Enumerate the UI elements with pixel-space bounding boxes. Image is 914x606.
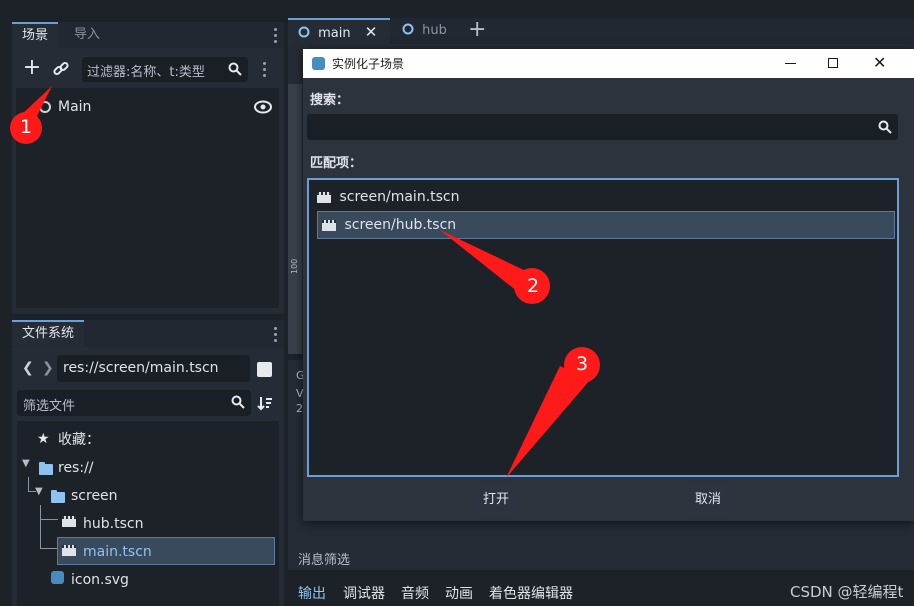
folder-screen[interactable]: screen <box>71 483 118 509</box>
open-button[interactable]: 打开 <box>476 485 516 514</box>
vertical-ruler: 100 <box>288 84 302 354</box>
back-arrow-icon[interactable]: ❮ <box>22 360 34 376</box>
filesystem-tabbar: 文件系统 <box>12 320 284 347</box>
godot-icon <box>51 571 64 584</box>
node-circle-icon <box>402 23 414 35</box>
close-icon[interactable]: ✕ <box>873 53 886 72</box>
dialog-titlebar: 实例化子场景 ✕ <box>303 49 914 78</box>
matches-label: 匹配项： <box>310 156 363 171</box>
maximize-icon[interactable] <box>828 58 838 68</box>
tree-guide-line <box>40 548 58 549</box>
add-tab-icon[interactable]: + <box>468 17 486 42</box>
bottom-tab-animation[interactable]: 动画 <box>445 583 473 603</box>
file-icon-svg[interactable]: icon.svg <box>71 567 129 593</box>
star-icon: ★ <box>37 431 50 447</box>
search-icon <box>231 395 245 409</box>
tab-scene[interactable]: 场景 <box>12 22 59 48</box>
editor-tab-hub-label: hub <box>422 23 447 38</box>
close-icon[interactable]: ✕ <box>365 23 378 41</box>
scene-file-icon <box>322 217 336 233</box>
visibility-eye-icon[interactable] <box>254 100 272 114</box>
favorites-row[interactable]: 收藏： <box>58 427 100 453</box>
annotation-label-2: 2 <box>527 275 540 297</box>
sort-icon[interactable] <box>257 395 273 411</box>
match-item-label: screen/main.tscn <box>339 189 460 205</box>
annotation-label-1: 1 <box>20 116 33 138</box>
file-hub-tscn[interactable]: hub.tscn <box>83 511 143 537</box>
annotation-label-3: 3 <box>576 353 589 375</box>
toggle-split-icon[interactable] <box>257 362 272 377</box>
minimize-icon[interactable] <box>785 63 796 64</box>
match-item-hub: screen/hub.tscn <box>322 212 456 238</box>
bottom-tab-debugger[interactable]: 调试器 <box>343 583 385 603</box>
folder-icon <box>39 462 53 477</box>
dialog-title: 实例化子场景 <box>332 57 405 71</box>
search-label: 搜索： <box>310 93 350 108</box>
chevron-down-icon[interactable]: ▼ <box>35 486 43 497</box>
editor-tabbar: main ✕ hub + <box>288 17 914 44</box>
match-item[interactable]: screen/main.tscn <box>317 184 893 210</box>
instance-child-scene-dialog: 实例化子场景 ✕ 搜索： 匹配项： screen/main.tscn scree… <box>303 49 914 521</box>
godot-logo-icon <box>312 57 325 70</box>
link-icon[interactable] <box>52 60 70 78</box>
scene-file-icon <box>62 514 76 529</box>
forward-arrow-icon[interactable]: ❯ <box>42 360 54 376</box>
tree-guide-line <box>40 519 58 520</box>
annotation-marker-1 <box>10 86 52 144</box>
chevron-down-icon[interactable]: ▼ <box>22 458 30 469</box>
folder-icon <box>51 490 65 505</box>
folder-res-root[interactable]: res:// <box>58 455 94 481</box>
filesystem-dock: 文件系统 ❮ ❯ res://screen/main.tscn 筛选文件 ★ 收… <box>12 320 284 606</box>
bottom-tab-shader-editor[interactable]: 着色器编辑器 <box>489 583 573 603</box>
editor-tab-hub[interactable]: hub <box>392 18 457 44</box>
editor-tab-main[interactable]: main ✕ <box>288 18 390 44</box>
ruler-label: 100 <box>290 258 299 274</box>
tree-guide-line <box>40 505 41 549</box>
tab-filesystem[interactable]: 文件系统 <box>12 320 85 346</box>
message-filter-bar: 消息筛选 <box>288 546 914 570</box>
bottom-tab-audio[interactable]: 音频 <box>401 583 429 603</box>
dock-menu-icon[interactable] <box>274 28 278 46</box>
tab-import[interactable]: 导入 <box>64 22 110 48</box>
scene-options-icon[interactable] <box>263 62 267 80</box>
file-filter-placeholder: 筛选文件 <box>23 399 76 414</box>
tree-guide-line <box>28 477 29 492</box>
watermark: CSDN @轻编程t <box>790 583 904 601</box>
path-field[interactable]: res://screen/main.tscn <box>57 355 250 382</box>
scene-file-icon <box>62 543 76 558</box>
bottom-tab-output[interactable]: 输出 <box>298 583 326 603</box>
dialog-search-input[interactable] <box>307 114 898 140</box>
scene-filter-placeholder: 过滤器:名称、t:类型 <box>87 65 205 80</box>
scene-filter-input[interactable]: 过滤器:名称、t:类型 <box>82 57 248 82</box>
output-char: 2 <box>296 402 303 415</box>
file-tree: ★ 收藏： ▼ res:// ▼ screen hub.tscn main.ts… <box>17 421 279 606</box>
file-main-tscn-label: main.tscn <box>83 544 152 560</box>
scene-dock: 场景 导入 + 过滤器:名称、t:类型 Main <box>12 22 284 314</box>
file-filter-input[interactable]: 筛选文件 <box>17 390 251 416</box>
editor-tab-main-label: main <box>318 26 351 41</box>
annotation-marker-3 <box>506 347 600 478</box>
scene-file-icon <box>317 189 331 205</box>
scene-dock-tabbar: 场景 导入 <box>12 22 284 48</box>
search-icon <box>878 120 892 134</box>
cancel-button[interactable]: 取消 <box>688 485 728 514</box>
add-node-button[interactable]: + <box>22 57 42 79</box>
node-circle-icon <box>298 26 310 38</box>
message-filter-placeholder[interactable]: 消息筛选 <box>298 549 350 568</box>
filesystem-menu-icon[interactable] <box>274 327 278 345</box>
path-value: res://screen/main.tscn <box>63 360 219 376</box>
search-icon <box>228 62 242 76</box>
node-main-label: Main <box>58 99 92 115</box>
